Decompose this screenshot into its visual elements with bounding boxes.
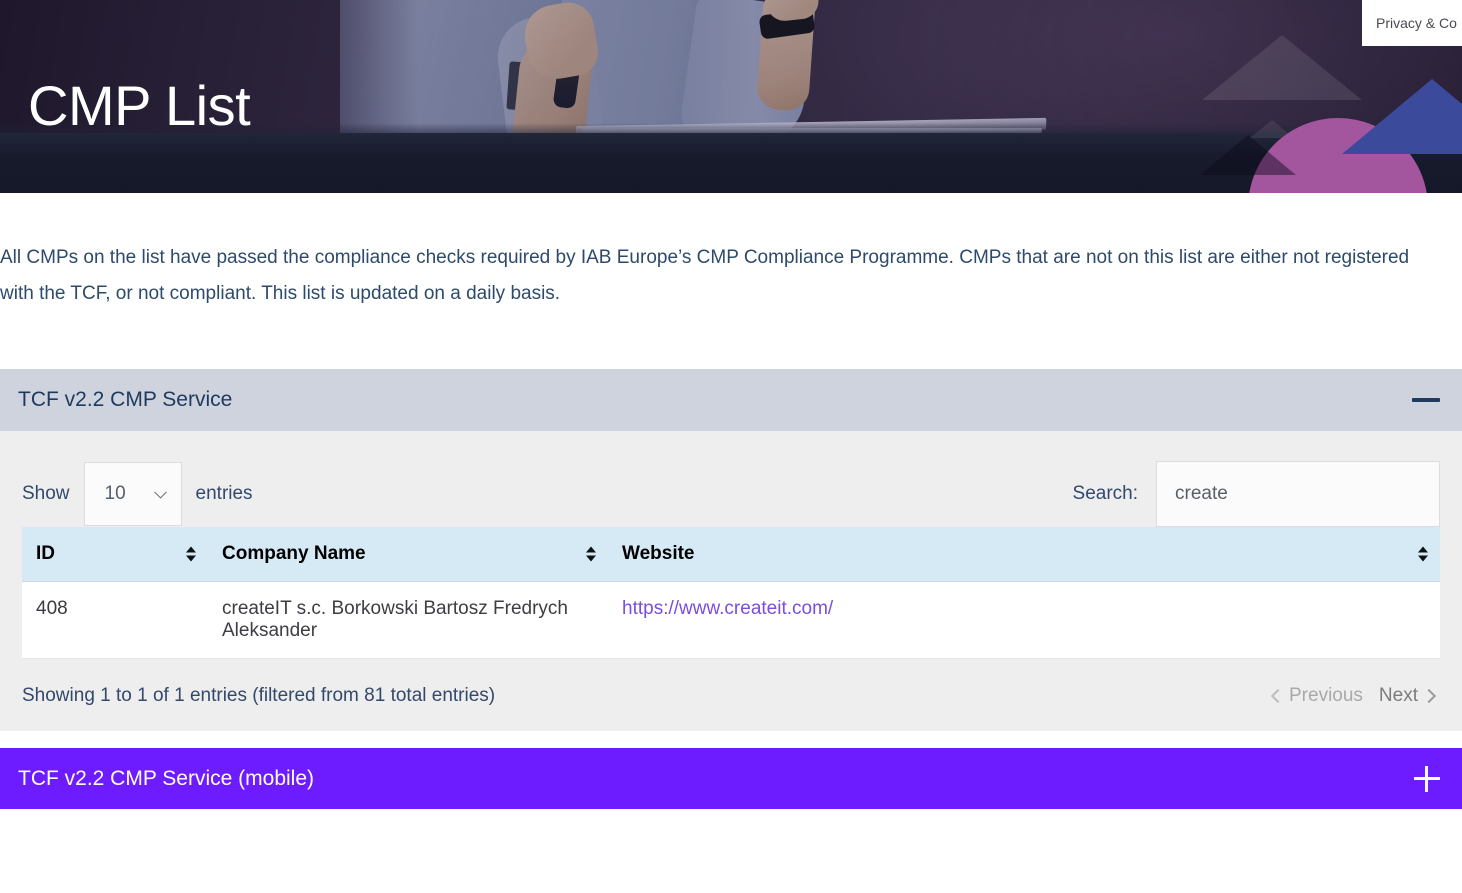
search-input[interactable]	[1156, 461, 1440, 527]
search-label: Search:	[1072, 483, 1138, 504]
cmp-table-body: 408 createIT s.c. Borkowski Bartosz Fred…	[22, 581, 1440, 659]
cmp-table: ID Company Name Website 408 createIT s.c…	[22, 527, 1440, 659]
page-title: CMP List	[28, 74, 251, 137]
next-page-label: Next	[1378, 685, 1418, 706]
entries-label: entries	[195, 483, 253, 504]
column-header-company-label: Company Name	[222, 543, 366, 564]
entries-select[interactable]: 10	[83, 462, 182, 526]
previous-page-button[interactable]: Previous	[1267, 685, 1369, 707]
table-header-row: ID Company Name Website	[22, 527, 1440, 582]
decorative-triangle-dark-icon	[1200, 135, 1296, 175]
previous-page-label: Previous	[1289, 685, 1363, 706]
next-page-button[interactable]: Next	[1373, 685, 1440, 707]
cell-id: 408	[22, 581, 208, 659]
chevron-down-icon	[153, 485, 167, 499]
chevron-right-icon	[1421, 688, 1437, 704]
datatable-search-control: Search:	[1073, 461, 1440, 527]
privacy-consent-tab-label: Privacy & Co	[1376, 15, 1457, 31]
entries-select-value: 10	[104, 483, 126, 504]
cmp-table-head: ID Company Name Website	[22, 527, 1440, 582]
column-header-website[interactable]: Website	[608, 527, 1440, 582]
decorative-triangle-blue-icon	[1342, 79, 1462, 154]
datatable-footer: Showing 1 to 1 of 1 entries (filtered fr…	[22, 659, 1440, 715]
datatable-length-control: Show 10 entries	[22, 462, 253, 526]
show-label: Show	[22, 483, 70, 504]
chevron-left-icon	[1270, 688, 1286, 704]
intro-paragraph: All CMPs on the list have passed the com…	[0, 247, 1410, 304]
accordion-body-desktop: Show 10 entries Search: ID	[0, 431, 1462, 731]
hero-banner: CMP List Privacy & Co	[0, 0, 1462, 193]
accordion-title-mobile: TCF v2.2 CMP Service (mobile)	[18, 766, 315, 790]
accordion-header-desktop[interactable]: TCF v2.2 CMP Service	[0, 369, 1462, 431]
privacy-consent-tab[interactable]: Privacy & Co	[1362, 0, 1462, 46]
column-header-company[interactable]: Company Name	[208, 527, 608, 582]
accordion-header-mobile[interactable]: TCF v2.2 CMP Service (mobile)	[0, 748, 1462, 809]
datatable-pagination: Previous Next	[1267, 685, 1440, 707]
cell-website: https://www.createit.com/	[608, 581, 1440, 659]
accordion-title-desktop: TCF v2.2 CMP Service	[18, 388, 233, 411]
plus-icon[interactable]	[1414, 765, 1440, 792]
minus-icon[interactable]	[1412, 398, 1440, 402]
column-header-website-label: Website	[622, 543, 695, 564]
datatable-info: Showing 1 to 1 of 1 entries (filtered fr…	[22, 685, 496, 706]
sort-icon[interactable]	[586, 546, 596, 562]
column-header-id-label: ID	[36, 543, 55, 564]
datatable-controls: Show 10 entries Search:	[22, 461, 1440, 527]
website-link[interactable]: https://www.createit.com/	[622, 598, 833, 619]
accordion: TCF v2.2 CMP Service Show 10 entries Sea…	[0, 369, 1462, 809]
table-row: 408 createIT s.c. Borkowski Bartosz Fred…	[22, 581, 1440, 659]
cell-company: createIT s.c. Borkowski Bartosz Fredrych…	[208, 581, 608, 659]
column-header-id[interactable]: ID	[22, 527, 208, 582]
decorative-triangle-light-icon	[1202, 35, 1362, 100]
sort-icon[interactable]	[1418, 546, 1428, 562]
sort-icon[interactable]	[186, 546, 196, 562]
